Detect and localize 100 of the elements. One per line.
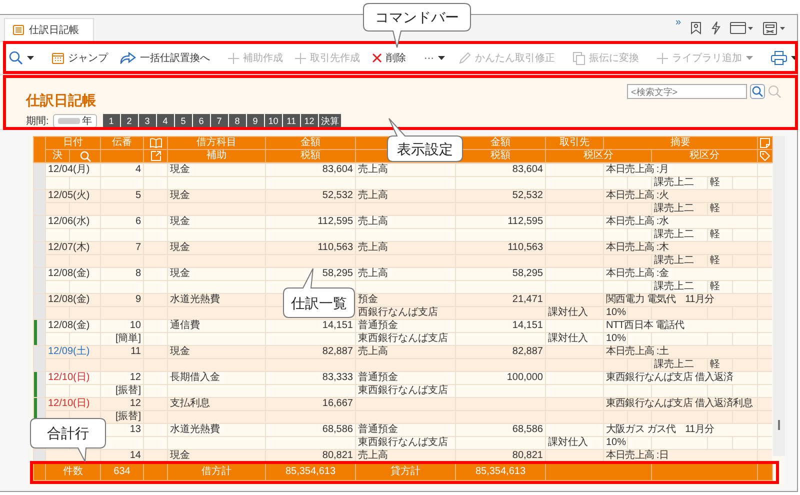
month-button[interactable]: 5 xyxy=(174,114,192,128)
table-cell: 軽 xyxy=(710,229,720,241)
table-cell: 水道光熱費 xyxy=(170,424,220,436)
table-cell: 12/10(日) xyxy=(48,372,90,384)
search-icon[interactable] xyxy=(80,150,90,162)
table-cell: 83,604 xyxy=(512,164,543,176)
table-cell: 課売上二 xyxy=(654,203,694,215)
book-icon[interactable] xyxy=(150,138,162,148)
table-cell: 売上高 xyxy=(358,216,388,228)
month-button[interactable]: 2 xyxy=(120,114,138,128)
table-cell: 本日売上高 :月 xyxy=(606,164,668,176)
table-cell: 58,295 xyxy=(322,268,353,280)
month-button[interactable]: 6 xyxy=(192,114,210,128)
callout: 合計行 xyxy=(30,418,106,462)
table-cell: 9 xyxy=(135,294,141,306)
table-cell: 本日売上高 :日 xyxy=(606,450,668,462)
month-button[interactable]: 8 xyxy=(228,114,246,128)
table-cell: 10 xyxy=(130,320,141,332)
table-cell: 東西銀行なんば支店 借入返済利息 xyxy=(606,398,752,410)
toolbar-button[interactable]: ジャンプ xyxy=(47,48,113,68)
total-value: 85,354,613 xyxy=(475,466,526,478)
table-cell: 7 xyxy=(135,242,141,254)
list-icon xyxy=(13,25,24,35)
tag-icon[interactable] xyxy=(760,151,770,161)
callout: コマンドバー xyxy=(363,3,471,48)
table-cell: 売上高 xyxy=(358,242,388,254)
month-button[interactable]: 10 xyxy=(264,114,282,128)
table-cell: 現金 xyxy=(170,346,190,358)
table-cell: 課対仕入 xyxy=(548,307,588,319)
table-cell: 10% xyxy=(606,333,626,345)
table-cell: 21,471 xyxy=(512,294,543,306)
table-cell: 10% xyxy=(606,307,626,319)
window-menu-icon[interactable] xyxy=(730,22,754,34)
table-cell: 軽 xyxy=(710,203,720,215)
table-cell: 売上高 xyxy=(358,450,388,462)
table-cell: 12/10(日) xyxy=(48,398,90,410)
overflow-button[interactable]: » xyxy=(675,17,681,28)
table-cell: 通信費 xyxy=(170,320,200,332)
table-cell: 83,604 xyxy=(322,164,353,176)
lightning-icon[interactable] xyxy=(711,21,721,35)
table-cell: 83,333 xyxy=(322,372,353,384)
more-button[interactable]: ··· xyxy=(419,50,450,66)
month-button[interactable]: 1 xyxy=(102,114,120,128)
table-cell: 58,295 xyxy=(512,268,543,280)
total-value: 85,354,613 xyxy=(285,466,336,478)
scrollbar[interactable] xyxy=(773,136,785,456)
table-cell: 80,821 xyxy=(322,450,353,462)
table-cell: 本日売上高 :土 xyxy=(606,346,668,358)
document-tab[interactable]: 仕訳日記帳 xyxy=(4,18,94,41)
caret-icon xyxy=(791,56,798,60)
table-cell: 82,887 xyxy=(512,346,543,358)
table-cell: 課売上二 xyxy=(654,229,694,241)
table-cell: 12/07(木) xyxy=(48,242,90,254)
month-button[interactable]: 4 xyxy=(156,114,174,128)
month-button[interactable]: 12 xyxy=(300,114,318,128)
search-field[interactable]: <検索文字> xyxy=(627,84,747,99)
caret-icon xyxy=(27,56,34,60)
month-button[interactable]: 9 xyxy=(246,114,264,128)
table-cell: 売上高 xyxy=(358,190,388,202)
table-cell: 10% xyxy=(606,437,626,449)
year-field[interactable]: 年 xyxy=(52,114,97,128)
table-cell: 現金 xyxy=(170,242,190,254)
table-cell: 12/08(金) xyxy=(48,320,90,332)
table-cell: [振替] xyxy=(115,411,141,423)
search-button[interactable] xyxy=(750,84,765,99)
toolbar-button[interactable]: 一括仕訳置換へ xyxy=(115,48,215,68)
total-label: 件数 xyxy=(63,466,83,478)
note-icon[interactable] xyxy=(760,138,770,148)
table-cell: 西銀行なんば支店 xyxy=(358,307,438,319)
callout: 表示設定 xyxy=(387,118,463,162)
month-button[interactable]: 7 xyxy=(210,114,228,128)
table-cell: 12/09(土) xyxy=(48,346,90,358)
table-cell: 112,595 xyxy=(318,216,353,228)
table-cell: 本日売上高 :火 xyxy=(606,190,668,202)
cross-icon xyxy=(372,53,382,63)
period-label: 期間: xyxy=(26,114,49,128)
table-cell: 東西銀行なんば支店 xyxy=(358,333,448,345)
table-cell: 現金 xyxy=(170,164,190,176)
scrollbar-thumb[interactable] xyxy=(778,420,780,430)
calendar-icon xyxy=(52,52,64,64)
table-cell: 12 xyxy=(130,372,141,384)
table-cell: 112,595 xyxy=(508,216,543,228)
table-cell: 軽 xyxy=(710,255,720,267)
month-button[interactable]: 3 xyxy=(138,114,156,128)
table-cell: 6 xyxy=(135,216,141,228)
zoom-icon[interactable] xyxy=(768,85,781,98)
table-cell: 5 xyxy=(135,190,141,202)
table-cell: 普通預金 xyxy=(358,320,398,332)
table-cell: 長期借入金 xyxy=(170,372,220,384)
table-cell: 関西電力 電気代 11月分 xyxy=(606,294,714,306)
toolbar-button[interactable]: 削除 xyxy=(367,48,411,68)
month-button[interactable]: 決算 xyxy=(318,114,341,128)
bookmark-icon[interactable] xyxy=(690,21,702,35)
month-button[interactable]: 11 xyxy=(282,114,300,128)
table-cell: 14 xyxy=(130,450,141,462)
external-link-icon[interactable] xyxy=(150,151,160,161)
calculator-menu-icon[interactable] xyxy=(763,22,787,34)
table-cell: 軽 xyxy=(710,177,720,189)
table-cell: [振替] xyxy=(115,385,141,397)
table-cell: 11 xyxy=(130,346,141,358)
